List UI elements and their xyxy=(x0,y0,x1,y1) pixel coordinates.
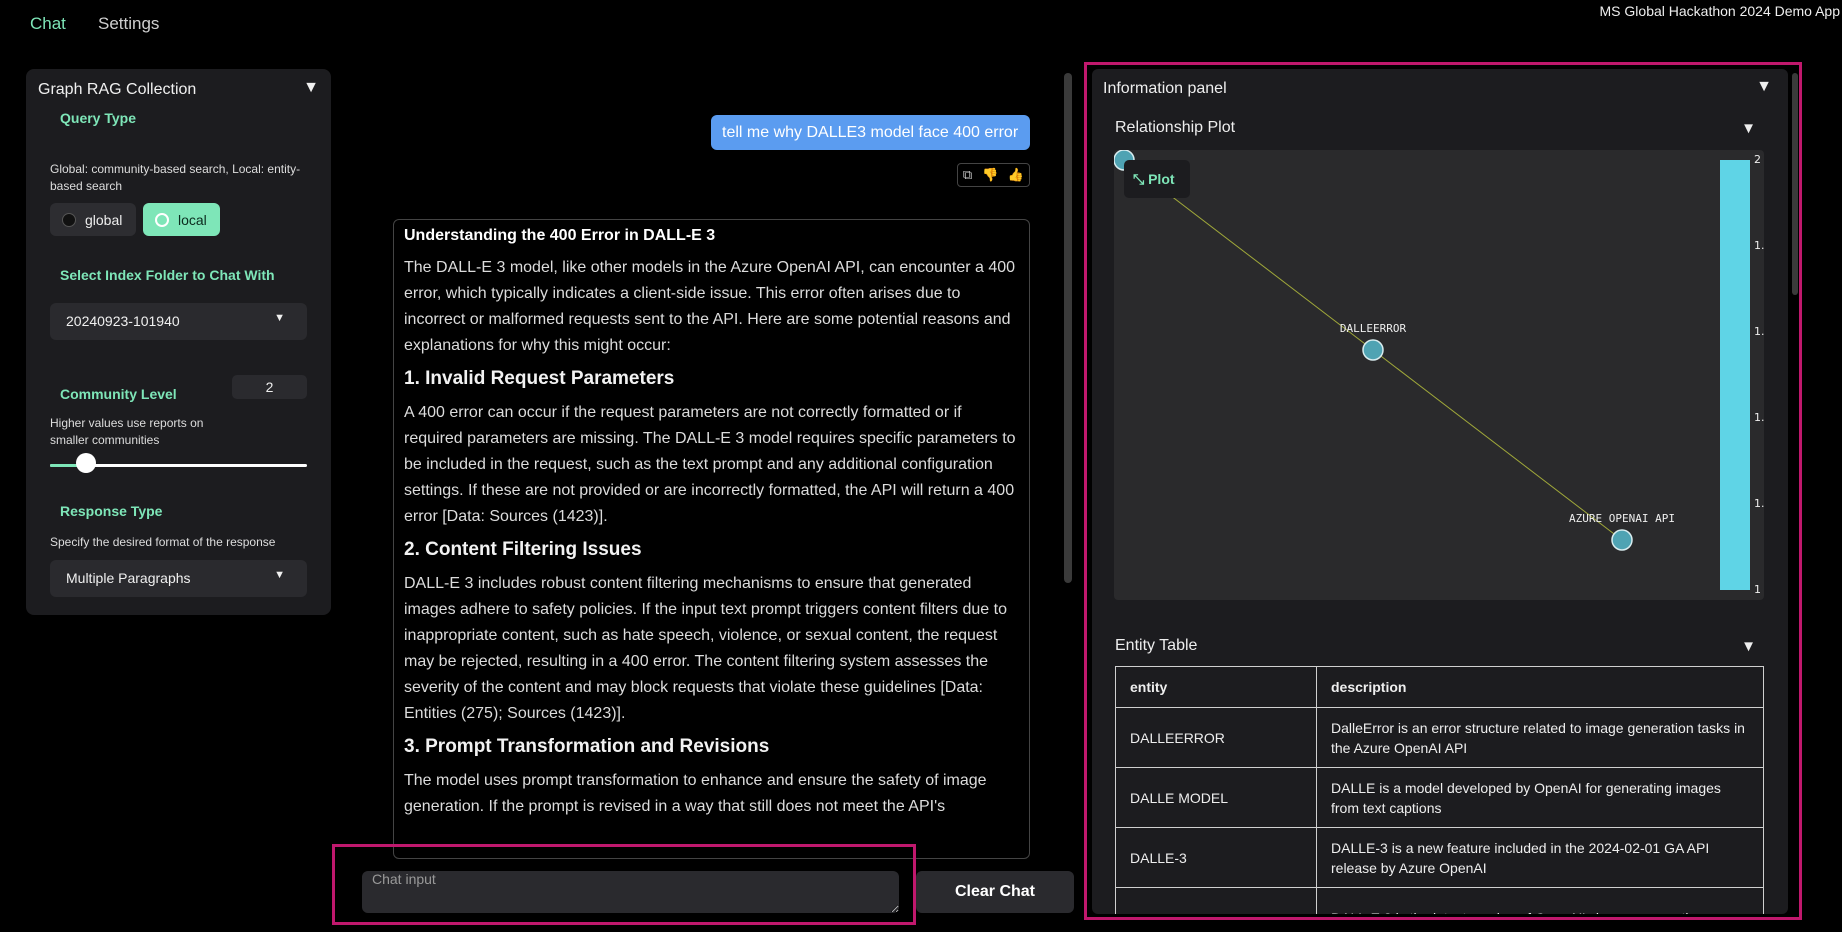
response-type-title: Response Type xyxy=(60,503,163,519)
query-type-description: Global: community-based search, Local: e… xyxy=(50,162,301,193)
answer-section-body: The model uses prompt transformation to … xyxy=(404,772,987,815)
index-folder-title: Select Index Folder to Chat With xyxy=(60,267,275,283)
column-header-entity[interactable]: entity xyxy=(1115,666,1317,708)
collapse-caret-icon[interactable]: ▼ xyxy=(1756,78,1772,96)
answer-intro: The DALL-E 3 model, like other models in… xyxy=(404,259,1016,354)
entity-table: entity description DALLEERROR DalleError… xyxy=(1115,666,1764,914)
colorbar-tick: 1. xyxy=(1754,325,1765,338)
entity-cell: DALLEERROR xyxy=(1115,707,1317,768)
radio-global-label: global xyxy=(85,211,123,228)
clear-chat-button[interactable]: Clear Chat xyxy=(916,871,1074,913)
graph-rag-sidebar: Graph RAG Collection ▼ Query Type Global… xyxy=(26,69,331,615)
chart-icon: ⤡ xyxy=(1133,171,1145,187)
slider-thumb[interactable] xyxy=(75,453,96,473)
graph-node[interactable] xyxy=(1362,339,1384,361)
message-actions: ⧉ 👎 👍 xyxy=(957,163,1030,187)
chevron-down-icon: ▼ xyxy=(274,569,285,581)
plot-badge-label: Plot xyxy=(1148,171,1175,187)
app-title: MS Global Hackathon 2024 Demo App xyxy=(1599,3,1840,19)
radio-global[interactable]: global xyxy=(50,203,136,236)
information-panel: Information panel ▼ Relationship Plot ▼ … xyxy=(1092,69,1788,914)
info-panel-scrollbar[interactable] xyxy=(1792,73,1798,295)
chevron-down-icon: ▼ xyxy=(274,312,285,324)
sidebar-title[interactable]: Graph RAG Collection xyxy=(38,81,196,99)
user-message: tell me why DALLE3 model face 400 error xyxy=(711,115,1030,150)
description-cell: DALLE is a model developed by OpenAI for… xyxy=(1316,767,1764,828)
index-folder-select[interactable]: 20240923-101940 ▼ xyxy=(50,303,307,340)
tab-settings[interactable]: Settings xyxy=(98,14,159,34)
entity-cell: DALLE-3 xyxy=(1115,827,1317,888)
table-header-row: entity description xyxy=(1115,666,1764,708)
thumbs-up-icon[interactable]: 👍 xyxy=(1008,167,1024,183)
table-row: DALL-E 3 is the latest version of OpenAI… xyxy=(1115,887,1764,914)
query-type-title: Query Type xyxy=(60,110,136,126)
answer-section-heading: 3. Prompt Transformation and Revisions xyxy=(404,736,770,757)
answer-title: Understanding the 400 Error in DALL-E 3 xyxy=(404,227,716,244)
entity-table-title[interactable]: Entity Table xyxy=(1115,637,1197,655)
radio-local-label: local xyxy=(178,211,207,228)
graph-node-label: AZURE OPENAI API xyxy=(1569,512,1675,525)
collapse-caret-icon[interactable]: ▼ xyxy=(303,79,319,97)
relationship-graph[interactable]: DALLEERROR AZURE OPENAI API xyxy=(1114,150,1764,600)
community-level-description: Higher values use reports on smaller com… xyxy=(50,416,204,447)
community-level-number-input[interactable]: 2 xyxy=(232,375,307,399)
radio-checked-icon xyxy=(155,212,169,227)
top-navigation: Chat Settings MS Global Hackathon 2024 D… xyxy=(0,0,1842,50)
answer-section-heading: 2. Content Filtering Issues xyxy=(404,539,642,560)
chat-scrollbar[interactable] xyxy=(1064,73,1072,583)
assistant-answer: Understanding the 400 Error in DALL-E 3 … xyxy=(393,219,1030,859)
response-type-value: Multiple Paragraphs xyxy=(66,570,191,586)
graph-node[interactable] xyxy=(1611,529,1633,551)
table-row: DALLE MODEL DALLE is a model developed b… xyxy=(1115,767,1764,828)
colorbar xyxy=(1720,160,1750,590)
entity-cell: DALLE MODEL xyxy=(1115,767,1317,828)
graph-node-label: DALLEERROR xyxy=(1340,322,1407,335)
plot-badge[interactable]: ⤡ Plot xyxy=(1124,160,1190,198)
colorbar-tick: 1 xyxy=(1754,583,1761,596)
colorbar-tick: 1. xyxy=(1754,497,1765,510)
answer-section-body: DALL-E 3 includes robust content filteri… xyxy=(404,575,1007,722)
collapse-caret-icon[interactable]: ▼ xyxy=(1741,120,1756,137)
description-cell: DalleError is an error structure related… xyxy=(1316,707,1764,768)
answer-section-heading: 1. Invalid Request Parameters xyxy=(404,368,675,389)
relationship-plot-title[interactable]: Relationship Plot xyxy=(1115,119,1235,137)
entity-cell xyxy=(1115,887,1317,914)
response-type-description: Specify the desired format of the respon… xyxy=(50,535,276,549)
copy-icon[interactable]: ⧉ xyxy=(963,167,972,183)
community-level-title: Community Level xyxy=(60,386,177,402)
response-type-select[interactable]: Multiple Paragraphs ▼ xyxy=(50,560,307,597)
index-folder-value: 20240923-101940 xyxy=(66,313,180,329)
column-header-description[interactable]: description xyxy=(1316,666,1764,708)
colorbar-tick: 1. xyxy=(1754,411,1765,424)
answer-section-body: A 400 error can occur if the request par… xyxy=(404,404,1016,525)
relationship-plot[interactable]: DALLEERROR AZURE OPENAI API ⤡ Plot 2 1. 1… xyxy=(1114,150,1765,600)
description-cell: DALLE-3 is a new feature included in the… xyxy=(1316,827,1764,888)
colorbar-tick: 2 xyxy=(1754,153,1761,166)
table-row: DALLE-3 DALLE-3 is a new feature include… xyxy=(1115,827,1764,888)
description-cell: DALL-E 3 is the latest version of OpenAI… xyxy=(1316,887,1764,914)
tab-chat[interactable]: Chat xyxy=(30,14,66,34)
table-row: DALLEERROR DalleError is an error struct… xyxy=(1115,707,1764,768)
radio-unchecked-icon xyxy=(62,212,76,227)
chat-input[interactable] xyxy=(362,871,899,913)
thumbs-down-icon[interactable]: 👎 xyxy=(982,167,998,183)
collapse-caret-icon[interactable]: ▼ xyxy=(1741,638,1756,655)
radio-local[interactable]: local xyxy=(143,203,220,236)
info-panel-title[interactable]: Information panel xyxy=(1103,80,1227,98)
colorbar-tick: 1. xyxy=(1754,239,1765,252)
